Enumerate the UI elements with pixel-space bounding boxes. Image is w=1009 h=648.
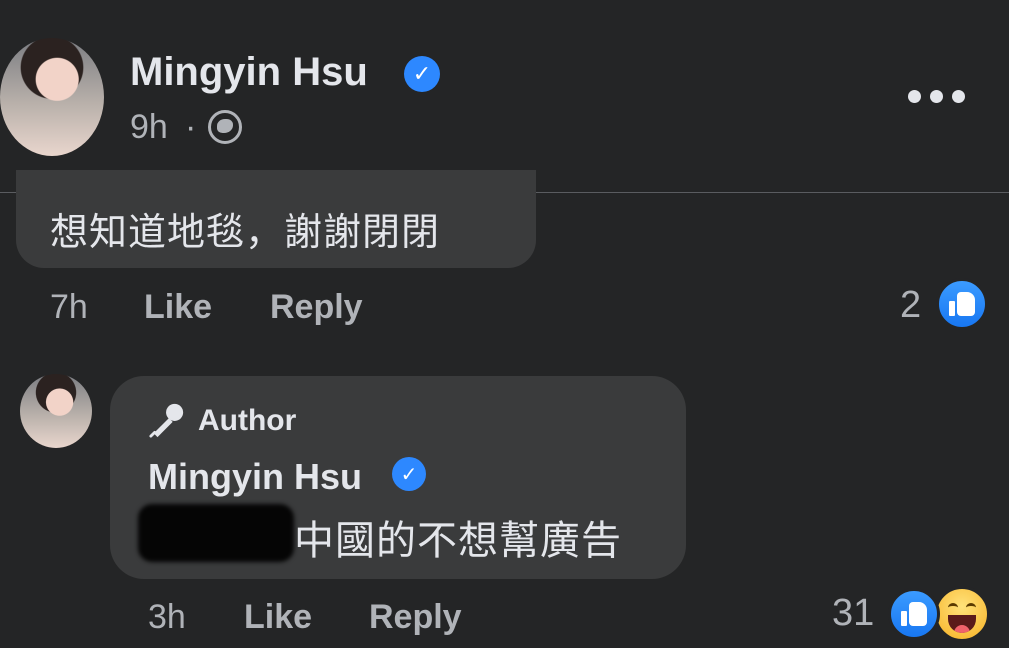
comment-timestamp[interactable]: 7h [50,288,88,327]
more-options-icon[interactable] [908,90,965,103]
reply-like-button[interactable]: Like [244,598,312,637]
microphone-icon [149,403,184,438]
haha-reaction-icon[interactable] [934,586,990,642]
meta-separator: · [185,108,197,146]
reply-reply-button[interactable]: Reply [369,598,462,637]
post-author-name[interactable]: Mingyin Hsu [130,50,368,95]
verified-badge-icon: ✓ [404,56,440,92]
like-reaction-icon[interactable] [936,278,988,330]
post-author-avatar[interactable] [0,38,104,156]
author-badge-label: Author [198,404,297,437]
comment-like-button[interactable]: Like [144,288,212,327]
verified-badge-icon: ✓ [392,457,426,491]
reply-author-avatar[interactable] [20,374,92,448]
comment-reaction-count[interactable]: 2 [900,284,921,327]
comment-text: 想知道地毯，謝謝閉閉 [50,212,441,254]
reply-timestamp[interactable]: 3h [148,598,186,637]
comment-reply-button[interactable]: Reply [270,288,363,327]
redacted-text [138,504,294,562]
post-timestamp[interactable]: 9h [130,108,168,147]
reply-text: 中國的不想幫廣告 [294,519,622,563]
globe-icon[interactable] [208,110,242,144]
reply-reaction-count[interactable]: 31 [832,592,874,635]
reply-author-name[interactable]: Mingyin Hsu [148,456,362,498]
like-reaction-icon[interactable] [888,588,940,640]
